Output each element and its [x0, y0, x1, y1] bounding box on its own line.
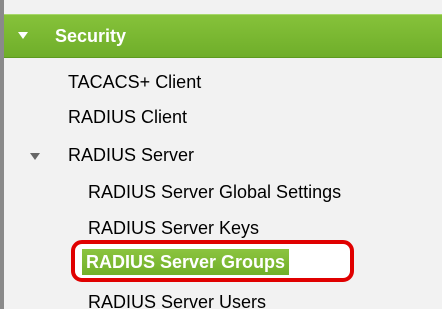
- nav-item-radius-client[interactable]: RADIUS Client: [68, 106, 187, 128]
- chevron-down-icon: [18, 32, 28, 39]
- nav-subitem-global-settings[interactable]: RADIUS Server Global Settings: [88, 181, 341, 203]
- nav-subitem-server-users[interactable]: RADIUS Server Users: [88, 291, 266, 309]
- nav-item-tacacs-client[interactable]: TACACS+ Client: [68, 71, 201, 93]
- expand-arrow-icon[interactable]: [30, 153, 40, 160]
- screenshot-frame: Security TACACS+ Client RADIUS Client RA…: [0, 0, 442, 309]
- nav-subitem-server-keys[interactable]: RADIUS Server Keys: [88, 217, 259, 239]
- section-title: Security: [55, 26, 127, 46]
- nav-subitem-server-groups-selected[interactable]: RADIUS Server Groups: [82, 249, 290, 275]
- nav-section-security[interactable]: Security: [4, 14, 442, 58]
- nav-item-radius-server[interactable]: RADIUS Server: [68, 144, 194, 166]
